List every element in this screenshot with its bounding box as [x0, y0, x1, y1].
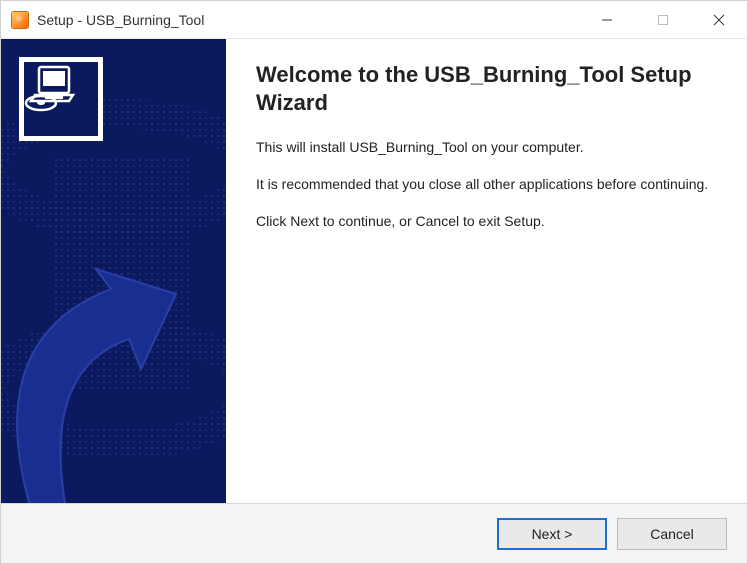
- minimize-button[interactable]: [579, 1, 635, 38]
- minimize-icon: [601, 14, 613, 26]
- wizard-side-image: [1, 39, 226, 503]
- computer-disc-icon: [21, 59, 81, 119]
- intro-text-1: This will install USB_Burning_Tool on yo…: [256, 138, 716, 157]
- installer-logo-box: [19, 57, 103, 141]
- intro-text-2: It is recommended that you close all oth…: [256, 175, 716, 194]
- close-icon: [712, 13, 726, 27]
- cancel-button[interactable]: Cancel: [617, 518, 727, 550]
- page-heading: Welcome to the USB_Burning_Tool Setup Wi…: [256, 61, 719, 116]
- intro-text-3: Click Next to continue, or Cancel to exi…: [256, 212, 716, 231]
- close-button[interactable]: [691, 1, 747, 38]
- window-controls: [579, 1, 747, 38]
- next-button[interactable]: Next >: [497, 518, 607, 550]
- wizard-footer: Next > Cancel: [1, 503, 747, 563]
- maximize-icon: [657, 14, 669, 26]
- window-title: Setup - USB_Burning_Tool: [37, 12, 204, 28]
- content-area: Welcome to the USB_Burning_Tool Setup Wi…: [1, 39, 747, 503]
- app-icon: [11, 11, 29, 29]
- wizard-main-panel: Welcome to the USB_Burning_Tool Setup Wi…: [226, 39, 747, 503]
- titlebar: Setup - USB_Burning_Tool: [1, 1, 747, 39]
- maximize-button: [635, 1, 691, 38]
